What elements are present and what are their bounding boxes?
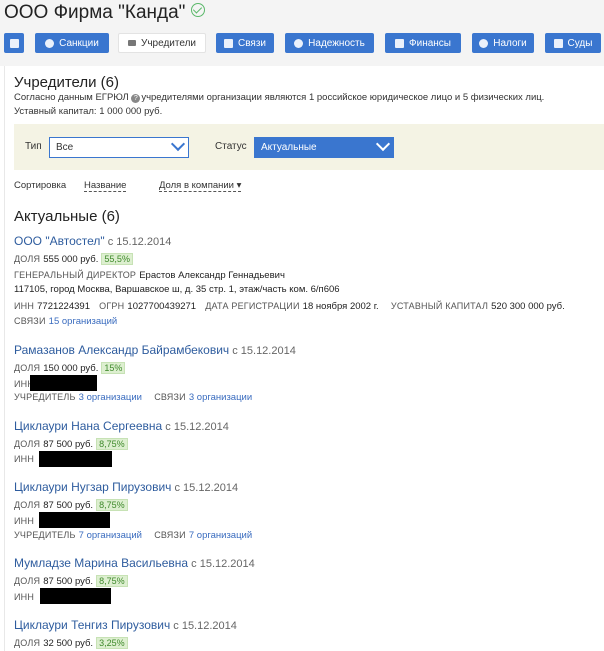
shield-icon <box>294 38 304 48</box>
redacted-block <box>39 512 110 528</box>
type-label: Тип <box>25 141 42 152</box>
sort-label: Сортировка <box>14 180 67 191</box>
tab-reliability[interactable]: Надежность <box>285 33 374 53</box>
inn-label: ИНН <box>14 592 35 602</box>
percent-icon <box>479 38 489 48</box>
founder-entry: ООО "Автостел" с 15.12.2014 <box>14 234 172 248</box>
share-percent-badge: 8,75% <box>96 499 128 511</box>
gavel-icon <box>553 38 563 48</box>
status-select[interactable]: Актуальные <box>254 136 394 158</box>
redacted-block <box>30 375 97 391</box>
links-row: УЧРЕДИТЕЛЬ 7 организаций СВЯЗИ 7 организ… <box>14 530 253 541</box>
share-percent-badge: 8,75% <box>96 438 128 450</box>
redacted-block <box>40 588 111 604</box>
filter-panel: Тип Все Статус Актуальные <box>14 124 604 170</box>
share-row: ДОЛЯ 555 000 руб. 55,5% <box>14 253 133 265</box>
globe-icon <box>45 38 55 48</box>
founder-entry: Циклаури Нугзар Пирузович с 15.12.2014 <box>14 480 239 494</box>
tab-bar: Санкции Учредители Связи Надежность Фина… <box>4 33 604 53</box>
share-percent-badge: 3,25% <box>96 637 128 649</box>
founder-entry: Рамазанов Александр Байрамбекович с 15.1… <box>14 343 296 357</box>
tab-home[interactable] <box>4 33 24 53</box>
director-row: ГЕНЕРАЛЬНЫЙ ДИРЕКТОР Ерастов Александр Г… <box>14 270 285 281</box>
verified-check-icon <box>191 3 206 17</box>
founder-name[interactable]: Рамазанов Александр Байрамбекович <box>14 343 229 357</box>
founder-of-link[interactable]: 7 организаций <box>79 530 142 541</box>
details-row: ИНН 7721224391 ОГРН 1027700439271 ДАТА Р… <box>14 301 565 312</box>
authorized-capital: Уставный капитал: 1 000 000 руб. <box>14 106 163 117</box>
inn-label: ИНН <box>14 454 35 464</box>
chevron-down-icon <box>375 136 391 152</box>
founder-of-link[interactable]: 3 организации <box>79 392 142 403</box>
founder-name[interactable]: ООО "Автостел" <box>14 234 105 248</box>
links-row: УЧРЕДИТЕЛЬ 3 организации СВЯЗИ 3 организ… <box>14 392 253 403</box>
founder-entry: Циклаури Тенгиз Пирузович с 15.12.2014 <box>14 618 237 632</box>
links-link[interactable]: 15 организаций <box>49 316 118 327</box>
chevron-down-icon <box>170 136 186 152</box>
share-row: ДОЛЯ 32 500 руб. 3,25% <box>14 637 128 649</box>
founder-name[interactable]: Циклаури Нугзар Пирузович <box>14 480 171 494</box>
founder-name[interactable]: Циклаури Нана Сергеевна <box>14 419 162 433</box>
header: ООО Фирма "Канда" Санкции Учредители Свя… <box>0 0 604 66</box>
sort-by-share[interactable]: Доля в компании ▾ <box>159 180 242 192</box>
tab-finance[interactable]: Финансы <box>385 33 461 53</box>
section-title: Учредители (6) <box>14 74 120 91</box>
tab-founders[interactable]: Учредители <box>118 33 206 53</box>
tab-taxes[interactable]: Налоги <box>472 33 534 53</box>
tab-sanctions[interactable]: Санкции <box>35 33 109 53</box>
type-select[interactable]: Все <box>49 136 189 158</box>
section-description: Согласно данным ЕГРЮЛ ? учредителями орга… <box>14 92 545 103</box>
founder-entry: Циклаури Нана Сергеевна с 15.12.2014 <box>14 419 229 433</box>
founder-name[interactable]: Мумладзе Марина Васильевна <box>14 556 188 570</box>
tab-links[interactable]: Связи <box>216 33 274 53</box>
links-link[interactable]: 7 организаций <box>189 530 252 541</box>
links-row: СВЯЗИ 15 организаций <box>14 316 118 327</box>
founders-card: Учредители (6) Согласно данным ЕГРЮЛ ? уч… <box>4 66 604 651</box>
group-title: Актуальные (6) <box>14 208 120 225</box>
share-row: ДОЛЯ 87 500 руб. 8,75% <box>14 575 128 587</box>
home-icon <box>9 38 19 48</box>
people-icon <box>127 40 136 46</box>
inn-label: ИНН <box>14 516 35 526</box>
share-row: ДОЛЯ 150 000 руб. 15% <box>14 362 126 374</box>
share-row: ДОЛЯ 87 500 руб. 8,75% <box>14 499 128 511</box>
links-link[interactable]: 3 организации <box>189 392 252 403</box>
founder-entry: Мумладзе Марина Васильевна с 15.12.2014 <box>14 556 255 570</box>
address: 117105, город Москва, Варшавское ш, д. 3… <box>14 284 340 295</box>
share-percent-badge: 55,5% <box>101 253 133 265</box>
sort-by-name[interactable]: Название <box>84 180 127 192</box>
redacted-block <box>39 451 112 467</box>
help-icon[interactable]: ? <box>131 94 141 103</box>
share-percent-badge: 8,75% <box>96 575 128 587</box>
company-title: ООО Фирма "Канда" <box>4 2 206 24</box>
network-icon <box>223 38 233 48</box>
share-row: ДОЛЯ 87 500 руб. 8,75% <box>14 438 128 450</box>
founder-name[interactable]: Циклаури Тенгиз Пирузович <box>14 618 170 632</box>
chart-icon <box>395 38 404 48</box>
share-percent-badge: 15% <box>101 362 126 374</box>
status-label: Статус <box>215 141 247 152</box>
tab-courts[interactable]: Суды <box>545 33 601 53</box>
